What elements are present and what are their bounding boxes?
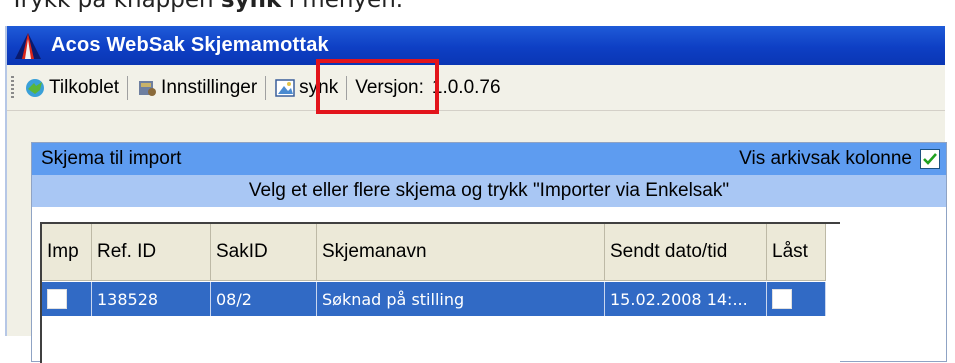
column-header-skjemanavn[interactable]: Skjemanavn	[317, 224, 605, 281]
innstillinger-button[interactable]: Innstillinger	[132, 77, 261, 99]
title-bar[interactable]: Acos WebSak Skjemamottak	[7, 26, 945, 65]
table-row[interactable]: 138528 08/2 Søknad på stilling 15.02.200…	[42, 282, 826, 316]
skjema-grid: Imp Ref. ID SakID Skjemanavn Sendt dato/…	[40, 222, 840, 363]
sakid-cell[interactable]: 08/2	[211, 282, 317, 316]
toolbar-grip[interactable]	[11, 75, 14, 100]
tilkoblet-label: Tilkoblet	[49, 76, 120, 98]
laast-checkbox[interactable]	[772, 289, 792, 309]
column-header-ref-id[interactable]: Ref. ID	[92, 224, 211, 281]
import-panel: Skjema til import Vis arkivsak kolonne V…	[31, 142, 947, 363]
grid-header-row: Imp Ref. ID SakID Skjemanavn Sendt dato/…	[42, 224, 826, 281]
connected-icon	[26, 78, 44, 97]
app-window: Acos WebSak Skjemamottak Tilkoblet Innst…	[5, 26, 947, 363]
column-header-sakid[interactable]: SakID	[211, 224, 317, 281]
column-header-sendt[interactable]: Sendt dato/tid	[605, 224, 767, 281]
tilkoblet-button[interactable]: Tilkoblet	[20, 77, 123, 99]
panel-header: Skjema til import Vis arkivsak kolonne	[32, 143, 946, 175]
sync-icon	[275, 78, 295, 97]
vis-arkivsak-checkbox[interactable]	[920, 149, 940, 169]
settings-icon	[139, 80, 157, 96]
skjemanavn-cell[interactable]: Søknad på stilling	[317, 282, 605, 316]
column-header-imp[interactable]: Imp	[42, 224, 92, 281]
imp-checkbox[interactable]	[47, 289, 67, 309]
toolbar-separator	[265, 75, 267, 100]
instruction-bold: synk	[220, 0, 282, 13]
document-instruction: Trykk på knappen synk i menyen.	[10, 0, 403, 13]
version-value: 1.0.0.76	[431, 76, 501, 98]
imp-cell[interactable]	[42, 282, 92, 316]
checkmark-icon	[923, 153, 937, 165]
window-title: Acos WebSak Skjemamottak	[51, 34, 329, 56]
innstillinger-label: Innstillinger	[161, 76, 258, 98]
vis-arkivsak-toggle[interactable]: Vis arkivsak kolonne	[739, 148, 946, 170]
ref-id-cell[interactable]: 138528	[92, 282, 211, 316]
toolbar-separator	[127, 75, 129, 100]
synk-highlight-box	[316, 59, 439, 114]
toolbar: Tilkoblet Innstillinger synk Versjon: 1.…	[7, 65, 945, 111]
laast-cell[interactable]	[767, 282, 826, 316]
vis-arkivsak-label: Vis arkivsak kolonne	[739, 148, 912, 169]
column-header-laast[interactable]: Låst	[767, 224, 826, 281]
sendt-cell[interactable]: 15.02.2008 14:...	[605, 282, 767, 316]
panel-instruction: Velg et eller flere skjema og trykk "Imp…	[32, 175, 946, 207]
instruction-suffix: i menyen.	[281, 0, 404, 13]
instruction-prefix: Trykk på knappen	[10, 0, 221, 13]
app-logo-icon	[15, 32, 41, 59]
panel-title: Skjema til import	[41, 148, 182, 169]
